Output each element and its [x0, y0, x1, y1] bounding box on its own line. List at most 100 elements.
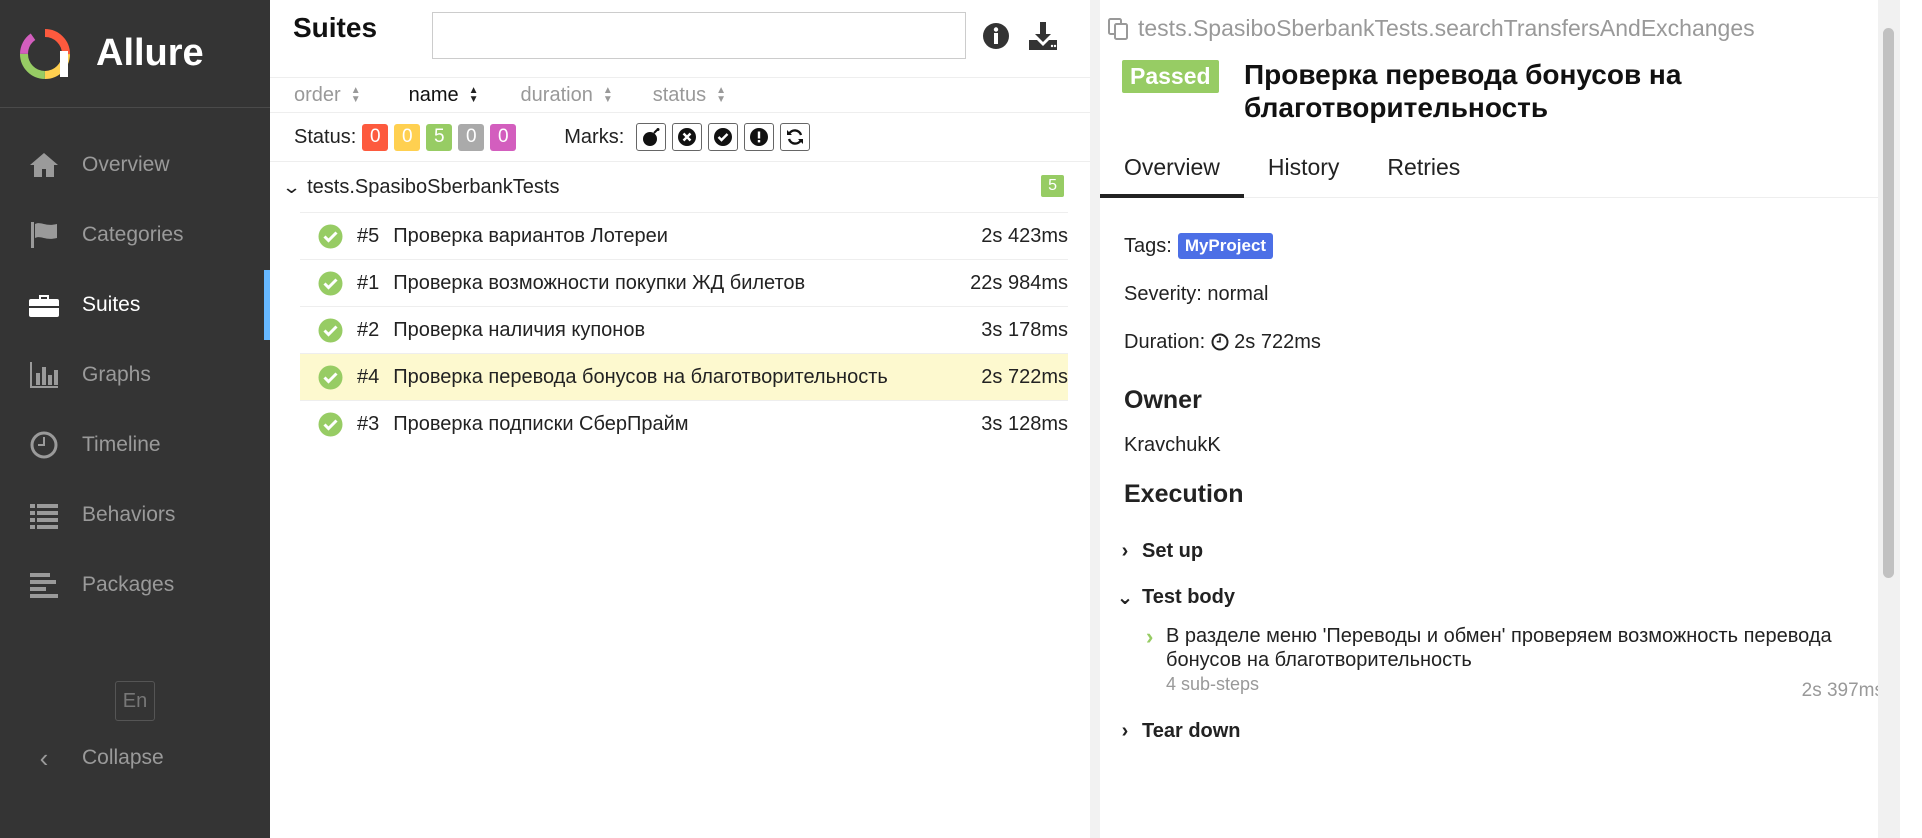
table-row[interactable]: #1 Проверка возможности покупки ЖД билет… [300, 259, 1068, 306]
clock-icon [1211, 333, 1229, 351]
sort-label: status [652, 83, 707, 106]
status-broken-toggle[interactable]: 0 [394, 123, 421, 151]
owner-value: KravchukK [1124, 433, 1221, 456]
new-passed-mark-toggle[interactable] [708, 123, 739, 151]
info-icon[interactable] [982, 22, 1010, 50]
status-badge: Passed [1122, 60, 1219, 93]
sidebar-item-label: Suites [82, 293, 141, 316]
scrollbar-thumb[interactable] [1883, 28, 1894, 578]
test-fullname-text: tests.SpasiboSberbankTests.searchTransfe… [1138, 15, 1755, 41]
sidebar-item-overview[interactable]: Overview [0, 130, 270, 200]
sidebar: Allure Overview Categories Suites Graphs… [0, 0, 270, 838]
scrollbar[interactable] [1878, 0, 1900, 838]
tab-overview[interactable]: Overview [1100, 146, 1244, 198]
execution-heading: Execution [1124, 479, 1244, 508]
collapse-label: Collapse [82, 746, 164, 769]
status-passed-toggle[interactable]: 5 [426, 123, 453, 151]
status-failed-toggle[interactable]: 0 [362, 123, 389, 151]
check-circle-icon [318, 365, 343, 389]
table-row[interactable]: #3 Проверка подписки СберПрайм 3s 128ms [300, 400, 1068, 447]
suite-group-name: tests.SpasiboSberbankTests [307, 175, 560, 198]
tag-badge: MyProject [1177, 233, 1274, 259]
sidebar-item-suites[interactable]: Suites [0, 270, 270, 340]
sidebar-item-label: Behaviors [82, 503, 176, 526]
sort-name[interactable]: name ▲ ▼ [409, 84, 479, 107]
table-row[interactable]: #2 Проверка наличия купонов 3s 178ms [300, 306, 1068, 353]
test-fullname: tests.SpasiboSberbankTests.searchTransfe… [1106, 15, 1755, 42]
setup-stage[interactable]: › Set up [1116, 528, 1884, 574]
copy-icon[interactable] [1106, 17, 1130, 41]
sort-icon: ▲ ▼ [716, 85, 726, 105]
test-name: Проверка подписки СберПрайм [393, 412, 689, 435]
allure-logo-icon [20, 28, 70, 79]
flaky-mark-toggle[interactable] [636, 123, 667, 151]
table-row-selected[interactable]: #4 Проверка перевода бонусов на благотво… [300, 353, 1068, 400]
owner-heading: Owner [1124, 385, 1202, 414]
marks-filter-label: Marks: [564, 125, 625, 148]
chevron-right-icon: › [1121, 719, 1129, 742]
test-name: Проверка вариантов Лотереи [393, 224, 668, 247]
sidebar-item-timeline[interactable]: Timeline [0, 410, 270, 480]
details-tabs: Overview History Retries [1100, 146, 1898, 198]
collapse-button[interactable]: ‹ Collapse [28, 740, 164, 776]
home-icon [28, 149, 60, 181]
tab-retries[interactable]: Retries [1363, 146, 1484, 198]
page-title: Suites [293, 12, 378, 43]
bomb-icon [643, 128, 660, 146]
sidebar-item-packages[interactable]: Packages [0, 550, 270, 620]
test-duration: 2s 722ms [981, 365, 1068, 388]
stage-label: Test body [1142, 585, 1235, 608]
sidebar-item-behaviors[interactable]: Behaviors [0, 480, 270, 550]
language-button[interactable]: En [115, 681, 155, 721]
sidebar-item-categories[interactable]: Categories [0, 200, 270, 270]
search-input[interactable] [432, 12, 966, 59]
test-list: #5 Проверка вариантов Лотереи 2s 423ms #… [300, 212, 1068, 447]
retries-mark-toggle[interactable] [780, 123, 811, 151]
test-body-stage[interactable]: ⌄ Test body [1116, 574, 1884, 620]
sort-label: order [294, 83, 341, 106]
sort-status[interactable]: status ▲ ▼ [653, 84, 726, 107]
test-order: #3 [357, 412, 380, 435]
test-order: #4 [357, 365, 380, 388]
test-order: #1 [357, 271, 380, 294]
sidebar-item-label: Graphs [82, 363, 151, 386]
table-row[interactable]: #5 Проверка вариантов Лотереи 2s 423ms [300, 212, 1068, 259]
stage-label: Tear down [1142, 719, 1241, 742]
sort-order[interactable]: order ▲ ▼ [294, 84, 361, 107]
new-broken-mark-toggle[interactable] [744, 123, 775, 151]
times-circle-icon [678, 128, 697, 146]
test-order: #2 [357, 318, 380, 341]
step-substeps: 4 sub-steps [1166, 674, 1260, 694]
flag-icon [28, 219, 60, 251]
teardown-stage[interactable]: › Tear down [1116, 708, 1884, 754]
sort-label: duration [520, 83, 593, 106]
download-icon[interactable] [1027, 20, 1059, 52]
tags-line: Tags: MyProject [1124, 222, 1884, 270]
check-circle-icon [318, 318, 343, 342]
align-left-icon [28, 569, 60, 601]
suites-pane: Suites order ▲ ▼ name ▲ ▼ duration ▲ ▼ stat… [270, 0, 1090, 838]
status-unknown-toggle[interactable]: 0 [490, 123, 517, 151]
suites-header: Suites [270, 0, 1090, 78]
status-filter-label: Status: [294, 125, 357, 148]
test-duration: 22s 984ms [970, 271, 1068, 294]
sidebar-item-graphs[interactable]: Graphs [0, 340, 270, 410]
test-duration: 3s 178ms [981, 318, 1068, 341]
duration-value: 2s 722ms [1234, 330, 1321, 353]
sidebar-item-label: Packages [82, 573, 175, 596]
status-skipped-toggle[interactable]: 0 [458, 123, 485, 151]
briefcase-icon [28, 289, 60, 321]
pane-resize-handle[interactable] [1090, 0, 1100, 838]
sort-icon: ▲ ▼ [468, 85, 479, 105]
step-name: В разделе меню 'Переводы и обмен' провер… [1166, 625, 1832, 671]
tab-history[interactable]: History [1244, 146, 1364, 198]
new-failed-mark-toggle[interactable] [672, 123, 703, 151]
test-name: Проверка возможности покупки ЖД билетов [393, 271, 806, 294]
chevron-down-icon: ⌄ [1116, 586, 1134, 609]
brand[interactable]: Allure [0, 0, 270, 108]
suite-group[interactable]: ⌄ tests.SpasiboSberbankTests 5 [270, 162, 1090, 212]
sort-label: name [408, 83, 459, 106]
sort-duration[interactable]: duration ▲ ▼ [521, 84, 613, 107]
step-item[interactable]: › В разделе меню 'Переводы и обмен' пров… [1146, 624, 1884, 701]
filters-bar: Status: 0 0 5 0 0 Marks: [270, 112, 1090, 162]
